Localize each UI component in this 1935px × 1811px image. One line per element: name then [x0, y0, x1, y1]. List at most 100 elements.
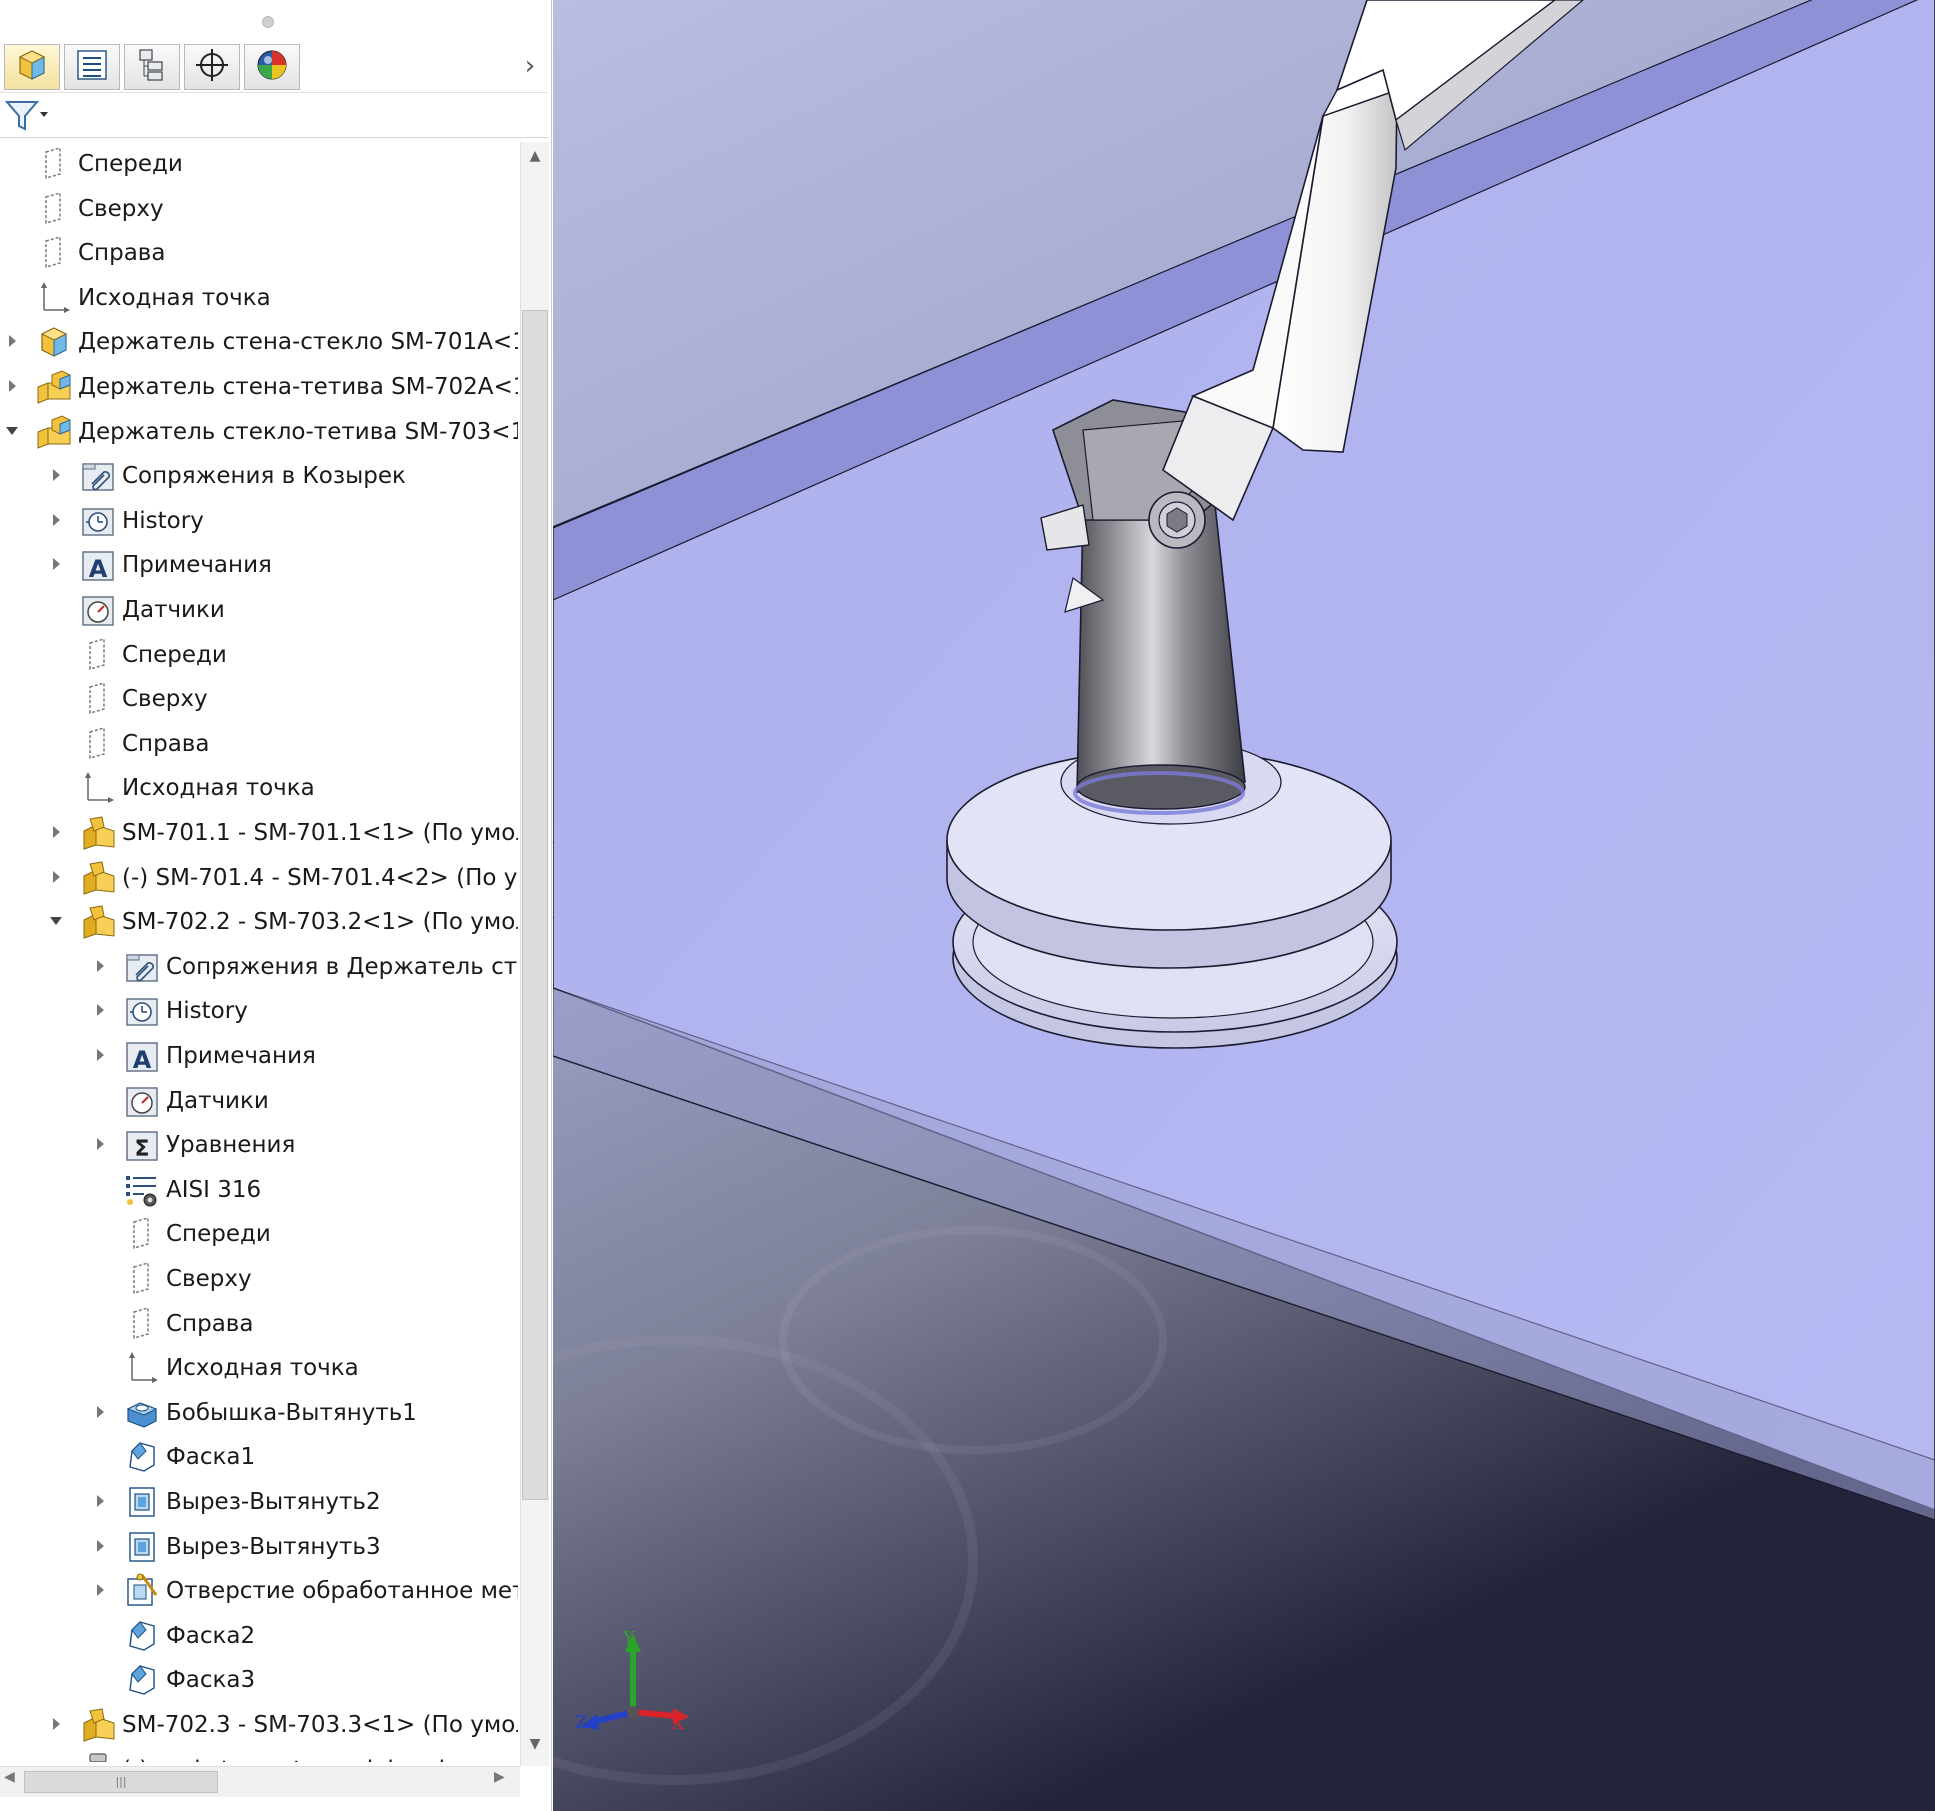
tree-item[interactable]: Держатель стена-тетива SM-702A<1> ( — [0, 365, 518, 409]
tree-item-label: (-) socket countersunk head screw_isc — [122, 1754, 518, 1762]
tree-item[interactable]: AISI 316 — [0, 1168, 518, 1212]
tree-item[interactable]: A Примечания — [0, 1034, 518, 1078]
tree-item-label: Держатель стена-тетива SM-702A<1> ( — [78, 374, 518, 400]
tree-item[interactable]: A Примечания — [0, 543, 518, 587]
tree-item-label: Фаска2 — [166, 1622, 256, 1649]
tree-item[interactable]: History — [0, 989, 518, 1033]
tree-item-label: Уравнения — [166, 1132, 296, 1159]
scroll-left-icon[interactable]: ◀ — [4, 1769, 22, 1795]
tree-item-label: Бобышка-Вытянуть1 — [166, 1399, 417, 1426]
panel-grip[interactable] — [262, 16, 274, 28]
tree-item[interactable]: Справа — [0, 231, 518, 275]
tree-item[interactable]: Фаска3 — [0, 1658, 518, 1702]
tree-item-label: SM-702.3 - SM-703.3<1> (По умолч — [122, 1712, 518, 1738]
tree-item[interactable]: Держатель стекло-тетива SM-703<1> ( — [0, 410, 518, 454]
scroll-up-icon[interactable]: ▲ — [521, 148, 549, 172]
expander-collapsed-icon[interactable] — [48, 512, 64, 528]
expander-collapsed-icon[interactable] — [92, 1582, 108, 1598]
tree-item[interactable]: (-) socket countersunk head screw_isc — [0, 1748, 518, 1762]
model-view — [553, 0, 1935, 1811]
part-icon — [36, 324, 72, 360]
tree-item[interactable]: SM-701.1 - SM-701.1<1> (По умолч — [0, 811, 518, 855]
tree-item[interactable]: Исходная точка — [0, 766, 518, 810]
dimxpertmanager-tab[interactable] — [184, 44, 240, 90]
tree-item[interactable]: (-) SM-701.4 - SM-701.4<2> (По умс — [0, 856, 518, 900]
tree-item-label: Сверху — [122, 686, 208, 713]
tree-item[interactable]: SM-702.2 - SM-703.2<1> (По умолч — [0, 900, 518, 944]
tree-vertical-scrollbar[interactable]: ▲ ▼ — [520, 142, 549, 1766]
tree-item[interactable]: Справа — [0, 722, 518, 766]
tree-item[interactable]: Спереди — [0, 633, 518, 677]
tree-item[interactable]: Фаска1 — [0, 1435, 518, 1479]
color-ball-icon — [254, 47, 290, 87]
tree-horizontal-scrollbar[interactable]: ◀ ||| ▶ — [0, 1766, 520, 1797]
expander-collapsed-icon[interactable] — [92, 1047, 108, 1063]
expander-collapsed-icon[interactable] — [92, 958, 108, 974]
tree-item[interactable]: Сверху — [0, 187, 518, 231]
expander-collapsed-icon[interactable] — [92, 1404, 108, 1420]
tree-item[interactable]: Сверху — [0, 1257, 518, 1301]
axis-label-y: Y — [623, 1628, 635, 1649]
scrollbar-thumb[interactable] — [522, 310, 548, 1500]
tree-item[interactable]: Сопряжения в Козырек — [0, 454, 518, 498]
tree-item[interactable]: Исходная точка — [0, 276, 518, 320]
graphics-area[interactable]: Y X Z — [553, 0, 1935, 1811]
displaymanager-tab[interactable] — [244, 44, 300, 90]
tree-item[interactable]: Датчики — [0, 1079, 518, 1123]
tree-item[interactable]: SM-702.3 - SM-703.3<1> (По умолч — [0, 1703, 518, 1747]
plane-icon — [36, 191, 72, 227]
tree-item[interactable]: Бобышка-Вытянуть1 — [0, 1391, 518, 1435]
tree-item[interactable]: Сверху — [0, 677, 518, 721]
expander-collapsed-icon[interactable] — [48, 1761, 64, 1762]
expander-collapsed-icon[interactable] — [92, 1493, 108, 1509]
tree-item[interactable]: Справа — [0, 1302, 518, 1346]
tree-item[interactable]: History — [0, 499, 518, 543]
tree-item-label: Сопряжения в Козырек — [122, 463, 406, 490]
tree-item-label: Справа — [78, 240, 166, 267]
boss-extrude-icon — [124, 1395, 160, 1431]
tree-item[interactable]: Спереди — [0, 142, 518, 186]
expander-collapsed-icon[interactable] — [92, 1136, 108, 1152]
expander-collapsed-icon[interactable] — [92, 1538, 108, 1554]
expander-expanded-icon[interactable] — [4, 423, 20, 439]
tree-item[interactable]: Датчики — [0, 588, 518, 632]
tree-item[interactable]: Фаска2 — [0, 1614, 518, 1658]
screw-icon — [80, 1752, 116, 1762]
annotations-icon: A — [80, 547, 116, 583]
expander-collapsed-icon[interactable] — [92, 1002, 108, 1018]
expander-expanded-icon[interactable] — [48, 913, 64, 929]
expander-collapsed-icon[interactable] — [48, 824, 64, 840]
featuremanager-tab[interactable] — [4, 44, 60, 90]
mates-folder-icon — [80, 458, 116, 494]
scroll-down-icon[interactable]: ▼ — [521, 1736, 549, 1760]
expander-collapsed-icon[interactable] — [48, 467, 64, 483]
tree-item[interactable]: Вырез-Вытянуть2 — [0, 1480, 518, 1524]
expander-collapsed-icon[interactable] — [48, 869, 64, 885]
tree-item-label: SM-702.2 - SM-703.2<1> (По умолч — [122, 909, 518, 936]
propertymanager-tab[interactable] — [64, 44, 120, 90]
tabs-more-arrow-icon[interactable]: › — [518, 46, 542, 86]
tree-item[interactable]: Держатель стена-стекло SM-701A<1> ( — [0, 320, 518, 364]
filter-funnel-icon[interactable] — [4, 99, 50, 133]
tree-item[interactable]: Вырез-Вытянуть3 — [0, 1525, 518, 1569]
scrollbar-thumb[interactable]: ||| — [24, 1771, 218, 1793]
axis-label-x: X — [671, 1713, 684, 1734]
property-list-icon — [74, 47, 110, 87]
tree-item[interactable]: Спереди — [0, 1212, 518, 1256]
tree-item[interactable]: Σ Уравнения — [0, 1123, 518, 1167]
axis-label-z: Z — [575, 1712, 588, 1733]
expander-collapsed-icon[interactable] — [4, 333, 20, 349]
svg-text:A: A — [133, 1046, 152, 1074]
tree-item[interactable]: Исходная точка — [0, 1346, 518, 1390]
manager-tabs — [0, 42, 551, 92]
scroll-right-icon[interactable]: ▶ — [494, 1769, 512, 1795]
expander-collapsed-icon[interactable] — [48, 1716, 64, 1732]
material-icon — [124, 1172, 160, 1208]
expander-collapsed-icon[interactable] — [4, 378, 20, 394]
expander-collapsed-icon[interactable] — [48, 556, 64, 572]
configurationmanager-tab[interactable] — [124, 44, 180, 90]
sensors-icon — [124, 1083, 160, 1119]
tree-item[interactable]: Отверстие обработанное метчи — [0, 1569, 518, 1613]
chamfer-icon — [124, 1662, 160, 1698]
tree-item[interactable]: Сопряжения в Держатель стекл — [0, 945, 518, 989]
